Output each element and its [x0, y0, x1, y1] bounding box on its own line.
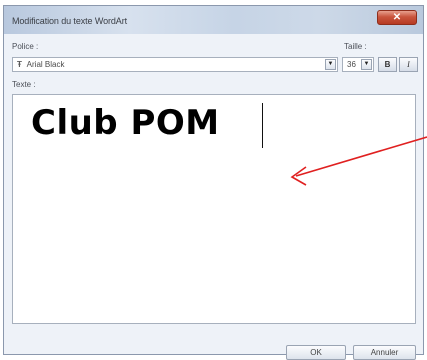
- title-bar[interactable]: Modification du texte WordArt ✕: [4, 6, 423, 35]
- font-value: Arial Black: [26, 60, 65, 69]
- text-label: Texte :: [12, 80, 36, 89]
- size-value: 36: [347, 60, 356, 69]
- wordart-text: Club POM: [31, 103, 220, 143]
- cancel-button[interactable]: Annuler: [353, 345, 416, 360]
- close-icon: ✕: [392, 12, 402, 23]
- window-title: Modification du texte WordArt: [12, 16, 127, 26]
- close-button[interactable]: ✕: [377, 10, 417, 25]
- size-label: Taille :: [344, 42, 367, 51]
- chevron-down-icon[interactable]: ▼: [325, 59, 336, 70]
- chevron-down-icon[interactable]: ▼: [361, 59, 372, 70]
- wordart-dialog: Modification du texte WordArt ✕ Police :…: [3, 5, 424, 360]
- truetype-font-icon: Ŧ: [17, 60, 22, 69]
- ok-button[interactable]: OK: [286, 345, 346, 360]
- dialog-body: Police : Taille : Ŧ Arial Black ▼ 36 ▼ B…: [4, 34, 423, 360]
- font-label: Police :: [12, 42, 39, 51]
- size-dropdown[interactable]: 36 ▼: [342, 57, 374, 72]
- text-caret: [262, 103, 263, 148]
- font-dropdown[interactable]: Ŧ Arial Black ▼: [12, 57, 338, 72]
- italic-button[interactable]: I: [399, 57, 418, 72]
- bold-button[interactable]: B: [378, 57, 397, 72]
- wordart-text-input[interactable]: Club POM: [12, 94, 416, 324]
